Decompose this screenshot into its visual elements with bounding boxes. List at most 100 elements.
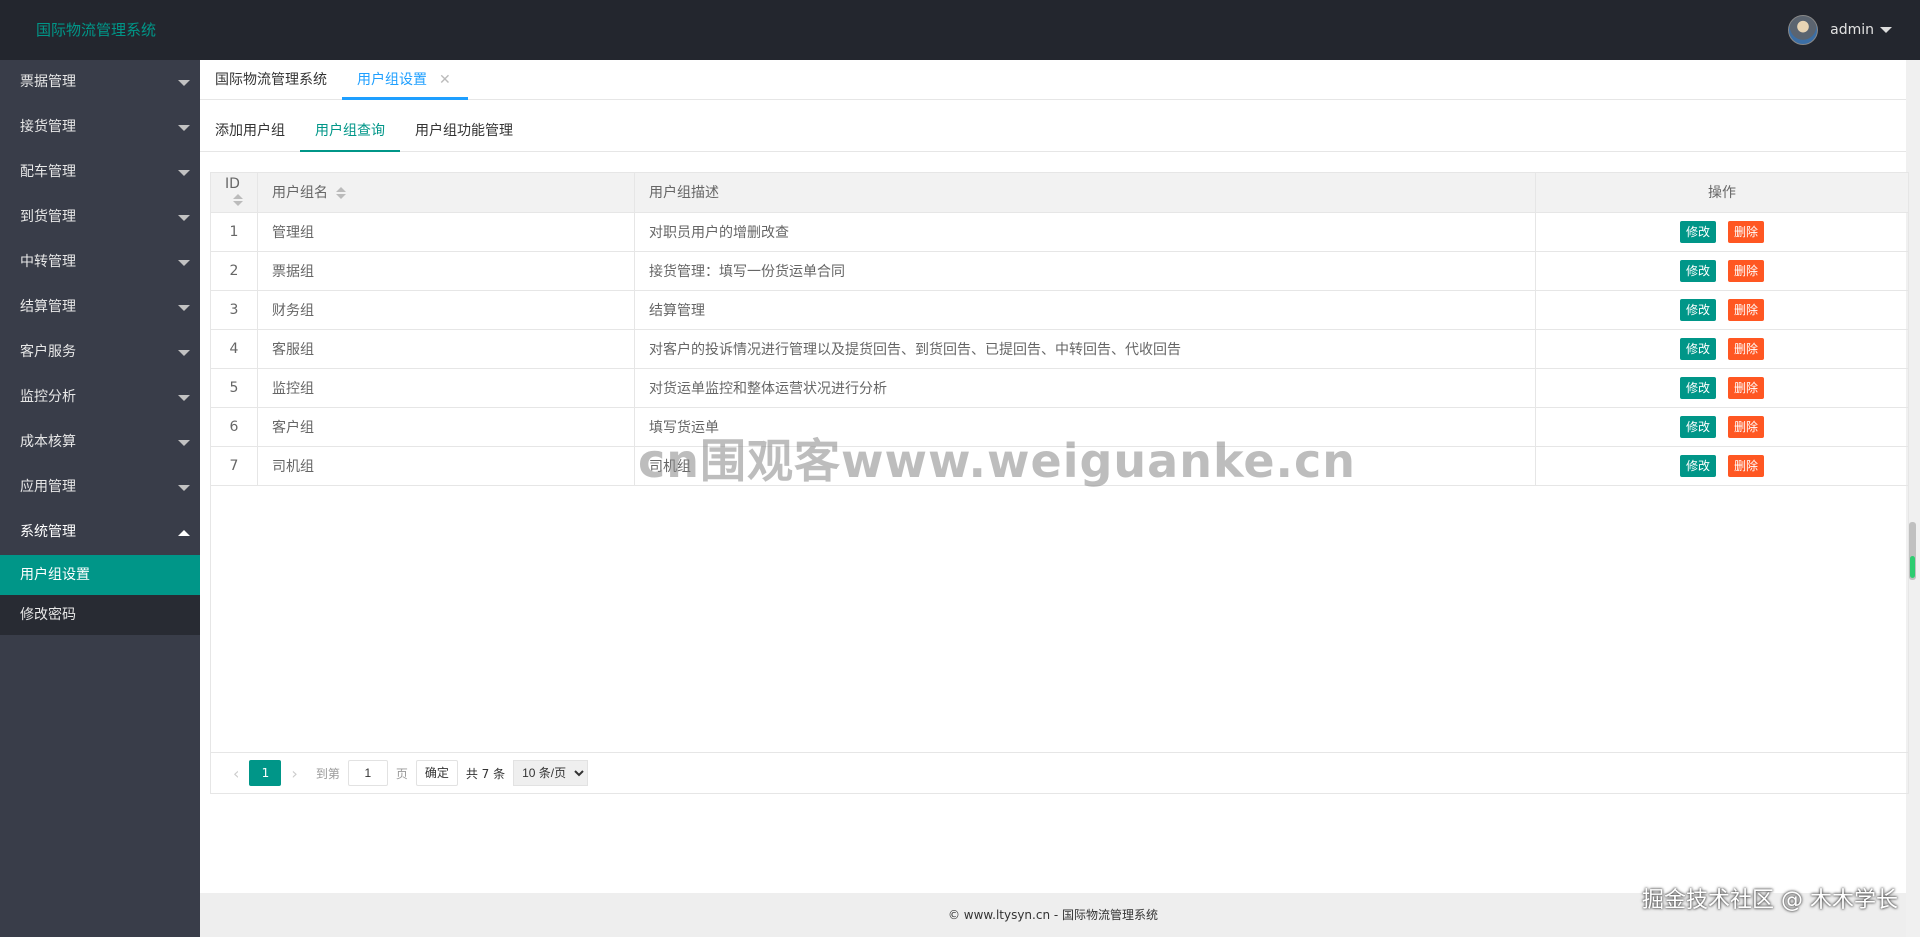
cell-desc: 对客户的投诉情况进行管理以及提货回告、到货回告、已提回告、中转回告、代收回告	[634, 329, 1536, 369]
confirm-button[interactable]: 确定	[415, 760, 458, 786]
chevron-down-icon	[178, 260, 190, 266]
cell-desc: 接货管理：填写一份货运单合同	[634, 251, 1536, 291]
page-size-select[interactable]: 10 条/页	[513, 760, 589, 786]
delete-button[interactable]: 删除	[1728, 337, 1765, 360]
edit-button[interactable]: 修改	[1679, 337, 1716, 360]
edit-button[interactable]: 修改	[1679, 376, 1716, 399]
watermark-center: cn围观客www.weiguanke.cn	[638, 434, 1357, 488]
sidebar-item-label: 监控分析	[20, 389, 76, 405]
sidebar-item-label: 应用管理	[20, 479, 76, 495]
total-count: 共 7 条	[465, 766, 506, 781]
sidebar-item-label: 客户服务	[20, 344, 76, 360]
sidebar-item-transfer[interactable]: 中转管理	[0, 240, 200, 285]
sidebar-item-label: 接货管理	[20, 119, 76, 135]
cell-id: 1	[211, 212, 258, 252]
sidebar: 票据管理 接货管理 配车管理 到货管理 中转管理 结算管理 客户服务 监控分析 …	[0, 60, 200, 937]
sidebar-item-dispatch[interactable]: 配车管理	[0, 150, 200, 195]
edit-button[interactable]: 修改	[1679, 454, 1716, 477]
tab-user-groups[interactable]: 用户组设置 ✕	[342, 60, 468, 100]
sidebar-item-arrival[interactable]: 到货管理	[0, 195, 200, 240]
tab-home[interactable]: 国际物流管理系统	[215, 60, 327, 100]
cell-id: 5	[211, 368, 258, 408]
cell-name: 客户组	[257, 407, 635, 447]
page-number-current[interactable]: 1	[249, 760, 282, 786]
table-row: 3 财务组 结算管理 修改 删除	[211, 290, 1908, 330]
scroll-indicator	[1910, 556, 1915, 578]
subtab-group-functions[interactable]: 用户组功能管理	[415, 111, 513, 152]
edit-button[interactable]: 修改	[1679, 220, 1716, 243]
sidebar-item-monitoring[interactable]: 监控分析	[0, 375, 200, 420]
cell-desc: 对货运单监控和整体运营状况进行分析	[634, 368, 1536, 408]
cell-actions: 修改 删除	[1535, 290, 1908, 330]
edit-button[interactable]: 修改	[1679, 415, 1716, 438]
column-header-desc: 用户组描述	[634, 173, 1536, 213]
watermark-corner: 掘金技术社区 @ 木木学长	[1642, 888, 1898, 913]
close-icon[interactable]: ✕	[439, 72, 451, 88]
sidebar-subitem-change-password[interactable]: 修改密码	[0, 595, 200, 635]
cell-name: 票据组	[257, 251, 635, 291]
cell-name: 财务组	[257, 290, 635, 330]
sidebar-item-label: 票据管理	[20, 74, 76, 90]
sidebar-item-label: 到货管理	[20, 209, 76, 225]
sidebar-item-customer-service[interactable]: 客户服务	[0, 330, 200, 375]
top-header: 国际物流管理系统 admin	[0, 0, 1920, 60]
subtab-add-group[interactable]: 添加用户组	[215, 111, 285, 152]
sidebar-item-settlement[interactable]: 结算管理	[0, 285, 200, 330]
table-row: 1 管理组 对职员用户的增删改查 修改 删除	[211, 212, 1908, 252]
delete-button[interactable]: 删除	[1728, 376, 1765, 399]
sidebar-item-apps[interactable]: 应用管理	[0, 465, 200, 510]
chevron-down-icon	[178, 305, 190, 311]
column-header-name[interactable]: 用户组名	[257, 173, 635, 213]
username[interactable]: admin	[1830, 22, 1874, 38]
sidebar-item-label: 成本核算	[20, 434, 76, 450]
table-row: 4 客服组 对客户的投诉情况进行管理以及提货回告、到货回告、已提回告、中转回告、…	[211, 329, 1908, 369]
delete-button[interactable]: 删除	[1728, 298, 1765, 321]
delete-button[interactable]: 删除	[1728, 415, 1765, 438]
cell-name: 监控组	[257, 368, 635, 408]
delete-button[interactable]: 删除	[1728, 220, 1765, 243]
next-page-icon[interactable]: ›	[291, 764, 297, 783]
sidebar-submenu: 用户组设置 修改密码	[0, 555, 200, 635]
cell-id: 3	[211, 290, 258, 330]
delete-button[interactable]: 删除	[1728, 259, 1765, 282]
goto-label: 到第	[315, 766, 340, 781]
app-logo-title[interactable]: 国际物流管理系统	[36, 0, 156, 60]
sort-icon[interactable]	[336, 187, 346, 200]
cell-id: 4	[211, 329, 258, 369]
sidebar-subitem-user-groups[interactable]: 用户组设置	[0, 555, 200, 595]
cell-id: 2	[211, 251, 258, 291]
table-header-row: ID 用户组名 用户组描述 操作	[211, 173, 1908, 213]
edit-button[interactable]: 修改	[1679, 259, 1716, 282]
sidebar-item-cost[interactable]: 成本核算	[0, 420, 200, 465]
cell-actions: 修改 删除	[1535, 407, 1908, 447]
cell-name: 客服组	[257, 329, 635, 369]
goto-page-input[interactable]	[347, 760, 388, 786]
subtab-query-group[interactable]: 用户组查询	[300, 111, 400, 152]
cell-actions: 修改 删除	[1535, 368, 1908, 408]
cell-name: 管理组	[257, 212, 635, 252]
delete-button[interactable]: 删除	[1728, 454, 1765, 477]
content-subtabs: 添加用户组 用户组查询 用户组功能管理	[200, 111, 1906, 152]
sort-icon[interactable]	[233, 194, 243, 207]
sidebar-item-system[interactable]: 系统管理	[0, 510, 200, 555]
chevron-down-icon	[178, 215, 190, 221]
page-tabs: 国际物流管理系统 用户组设置 ✕	[200, 60, 1920, 100]
tab-label: 用户组设置	[357, 72, 427, 88]
chevron-down-icon[interactable]	[1880, 27, 1892, 33]
table-row: 5 监控组 对货运单监控和整体运营状况进行分析 修改 删除	[211, 368, 1908, 408]
sidebar-item-receiving[interactable]: 接货管理	[0, 105, 200, 150]
pagination: ‹ 1 › 到第 页 确定 共 7 条 10 条/页	[211, 752, 1908, 793]
sidebar-item-label: 中转管理	[20, 254, 76, 270]
prev-page-icon[interactable]: ‹	[233, 764, 239, 783]
sidebar-item-bills[interactable]: 票据管理	[0, 60, 200, 105]
edit-button[interactable]: 修改	[1679, 298, 1716, 321]
column-header-actions: 操作	[1535, 173, 1908, 213]
chevron-down-icon	[178, 170, 190, 176]
chevron-up-icon	[178, 530, 190, 536]
cell-desc: 结算管理	[634, 290, 1536, 330]
sidebar-item-label: 系统管理	[20, 524, 76, 540]
column-header-id[interactable]: ID	[211, 173, 258, 213]
user-menu[interactable]: admin	[1788, 14, 1892, 46]
chevron-down-icon	[178, 395, 190, 401]
avatar[interactable]	[1788, 15, 1819, 45]
